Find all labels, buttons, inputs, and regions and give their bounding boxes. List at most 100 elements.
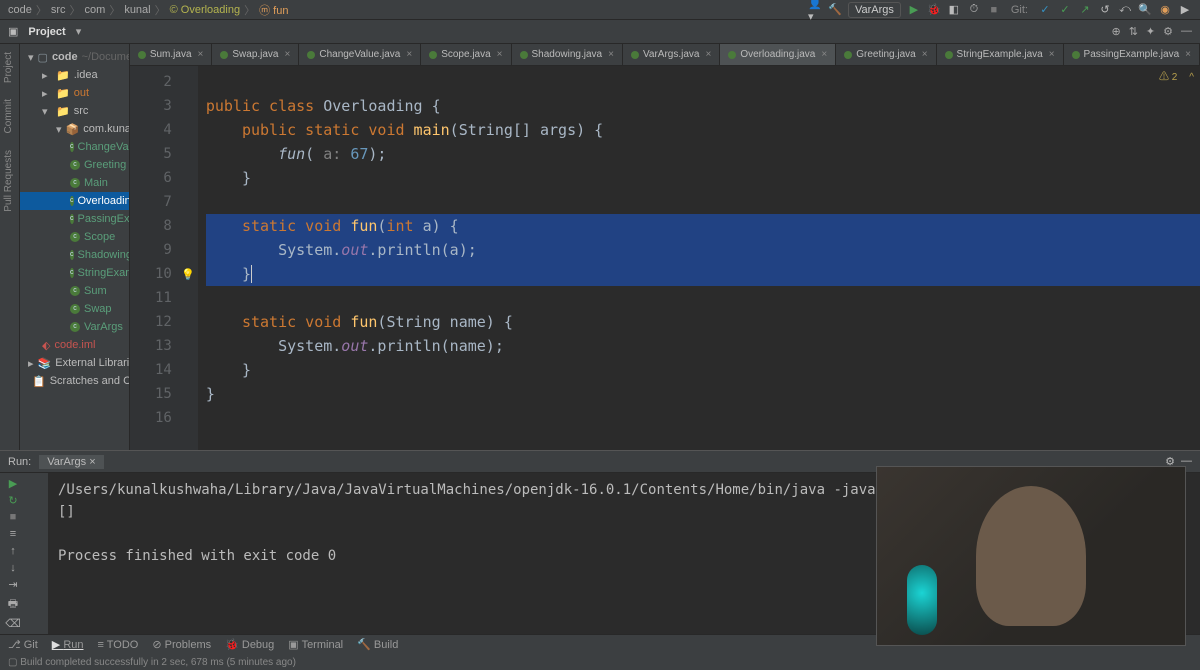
bottab-debug[interactable]: 🐞 Debug <box>225 638 274 651</box>
navigation-bar: code〉 src〉 com〉 kunal〉 © Overloading〉 ⓜ … <box>0 0 1200 20</box>
tree-passingexample[interactable]: c PassingExample <box>20 210 129 228</box>
profile-icon[interactable]: ⏱ <box>967 3 981 17</box>
tab-changevalue[interactable]: ChangeValue.java× <box>299 44 421 65</box>
layout-icon[interactable]: ≡ <box>4 528 22 541</box>
project-dropdown-icon[interactable]: ▾ <box>76 25 82 38</box>
bottab-terminal[interactable]: ▣ Terminal <box>288 638 343 651</box>
commit-tab[interactable]: Commit <box>0 91 17 141</box>
select-opened-icon[interactable]: ⊕ <box>1111 25 1120 38</box>
tree-iml[interactable]: ⬖ code.iml <box>20 336 129 354</box>
tree-root[interactable]: ▾▢ code ~/Documents/Community Classroom/… <box>20 48 129 66</box>
user-icon[interactable]: 👤▾ <box>808 3 822 17</box>
tree-main[interactable]: c Main <box>20 174 129 192</box>
run-config-selector[interactable]: VarArgs <box>848 2 901 18</box>
status-bar: ▢ Build completed successfully in 2 sec,… <box>0 654 1200 670</box>
microphone <box>907 565 937 635</box>
project-tool-icon[interactable]: ▣ <box>8 25 18 38</box>
run-tab[interactable]: VarArgs × <box>39 455 103 469</box>
tree-varargs[interactable]: c VarArgs <box>20 318 129 336</box>
tab-greeting[interactable]: Greeting.java× <box>836 44 936 65</box>
tree-out[interactable]: ▸📁 out <box>20 84 129 102</box>
rerun-icon[interactable]: ▶ <box>4 477 22 490</box>
tab-overloading[interactable]: Overloading.java× <box>720 44 836 65</box>
wrap-icon[interactable]: ⇥ <box>4 578 22 591</box>
bottab-todo[interactable]: ≡ TODO <box>98 639 139 651</box>
run-side-toolbar: ▶ ↻ ■ ≡ ↑ ↓ ⇥ 🖶 ⌫ 📌 <box>0 473 48 651</box>
left-tool-strip: Project Commit Pull Requests <box>0 44 20 450</box>
tree-shadowing[interactable]: c Shadowing <box>20 246 129 264</box>
editor-area: Sum.java× Swap.java× ChangeValue.java× S… <box>130 44 1200 450</box>
tree-greeting[interactable]: c Greeting <box>20 156 129 174</box>
tree-scratches[interactable]: 📋 Scratches and Consoles <box>20 372 129 390</box>
intention-bulb-icon[interactable]: 💡 <box>181 268 195 281</box>
coverage-icon[interactable]: ◧ <box>947 3 961 17</box>
git-history-icon[interactable]: ↺ <box>1098 3 1112 17</box>
project-toolbar: ▣ Project ▾ ⊕ ⇅ ✦ ⚙ — <box>0 20 1200 44</box>
bottab-problems[interactable]: ⊘ Problems <box>152 638 211 651</box>
collapse-icon[interactable]: ✦ <box>1146 25 1155 38</box>
tree-changevalue[interactable]: c ChangeValue <box>20 138 129 156</box>
tab-sum[interactable]: Sum.java× <box>130 44 213 65</box>
git-update-icon[interactable]: ✓ <box>1038 3 1052 17</box>
rerun2-icon[interactable]: ↻ <box>4 494 22 507</box>
breadcrumb-com[interactable]: com <box>85 4 106 16</box>
tab-varargs[interactable]: VarArgs.java× <box>623 44 720 65</box>
git-label: Git: <box>1011 4 1028 16</box>
tab-swap[interactable]: Swap.java× <box>212 44 299 65</box>
git-commit-icon[interactable]: ✓ <box>1058 3 1072 17</box>
breadcrumb-src[interactable]: src <box>51 4 66 16</box>
tab-passingexample[interactable]: PassingExample.java× <box>1064 44 1200 65</box>
print-icon[interactable]: 🖶 <box>4 595 22 613</box>
breadcrumb-method[interactable]: ⓜ fun <box>259 2 288 18</box>
tree-overloading[interactable]: c Overloading <box>20 192 129 210</box>
run-label: Run: <box>8 456 31 468</box>
project-title[interactable]: Project <box>28 26 65 38</box>
git-push-icon[interactable]: ↗ <box>1078 3 1092 17</box>
settings-icon[interactable]: ◉ <box>1158 3 1172 17</box>
status-tool-icon[interactable]: ▢ <box>8 657 17 668</box>
pull-requests-tab[interactable]: Pull Requests <box>0 142 17 220</box>
tab-stringexample[interactable]: StringExample.java× <box>937 44 1064 65</box>
tree-scope[interactable]: c Scope <box>20 228 129 246</box>
run-icon[interactable]: ▶ <box>907 3 921 17</box>
tab-scope[interactable]: Scope.java× <box>421 44 511 65</box>
search-icon[interactable]: 🔍 <box>1138 3 1152 17</box>
up-icon[interactable]: ↑ <box>4 545 22 558</box>
status-text: Build completed successfully in 2 sec, 6… <box>20 657 296 668</box>
hide-icon[interactable]: — <box>1181 25 1192 38</box>
gutter-icons: 💡 <box>178 66 198 450</box>
code-body[interactable]: public class Overloading { public static… <box>198 66 1200 450</box>
tree-swap[interactable]: c Swap <box>20 300 129 318</box>
stop-icon[interactable]: ■ <box>987 3 1001 17</box>
down-icon[interactable]: ↓ <box>4 561 22 574</box>
project-sidebar: ▾▢ code ~/Documents/Community Classroom/… <box>20 44 130 450</box>
tree-idea[interactable]: ▸📁 .idea <box>20 66 129 84</box>
tab-shadowing[interactable]: Shadowing.java× <box>512 44 623 65</box>
code-surface[interactable]: ⚠ 2 ㅤ^ 2 ▶3 ▶4 5 6 7 8 9 10 11 12 13 14 … <box>130 66 1200 450</box>
toolbar-right: 👤▾ 🔨 VarArgs ▶ 🐞 ◧ ⏱ ■ Git: ✓ ✓ ↗ ↺ ⤺ 🔍 … <box>808 2 1192 18</box>
clear-icon[interactable]: ⌫ <box>4 617 22 630</box>
git-rollback-icon[interactable]: ⤺ <box>1118 3 1132 17</box>
tree-stringexample[interactable]: c StringExample <box>20 264 129 282</box>
bottab-run[interactable]: ▶ Run <box>52 638 84 651</box>
expand-icon[interactable]: ⇅ <box>1129 25 1138 38</box>
breadcrumb-kunal[interactable]: kunal <box>124 4 150 16</box>
tree-src[interactable]: ▾📁 src <box>20 102 129 120</box>
ide-icon[interactable]: ▶ <box>1178 3 1192 17</box>
hammer-icon[interactable]: 🔨 <box>828 3 842 17</box>
bottab-git[interactable]: ⎇ Git <box>8 638 38 651</box>
settings-gear-icon[interactable]: ⚙ <box>1163 25 1173 38</box>
project-tab[interactable]: Project <box>0 44 17 91</box>
line-gutter[interactable]: 2 ▶3 ▶4 5 6 7 8 9 10 11 12 13 14 15 16 <box>130 66 178 450</box>
tree-sum[interactable]: c Sum <box>20 282 129 300</box>
debug-icon[interactable]: 🐞 <box>927 3 941 17</box>
presenter <box>976 486 1086 626</box>
bottab-build[interactable]: 🔨 Build <box>357 638 398 651</box>
tree-external[interactable]: ▸📚 External Libraries <box>20 354 129 372</box>
breadcrumb-code[interactable]: code <box>8 4 32 16</box>
breadcrumb: code〉 src〉 com〉 kunal〉 © Overloading〉 ⓜ … <box>8 2 288 18</box>
tree-pkg[interactable]: ▾📦 com.kunal <box>20 120 129 138</box>
editor-tabs: Sum.java× Swap.java× ChangeValue.java× S… <box>130 44 1200 66</box>
breadcrumb-class[interactable]: © Overloading <box>170 4 241 16</box>
stop-run-icon[interactable]: ■ <box>4 511 22 524</box>
